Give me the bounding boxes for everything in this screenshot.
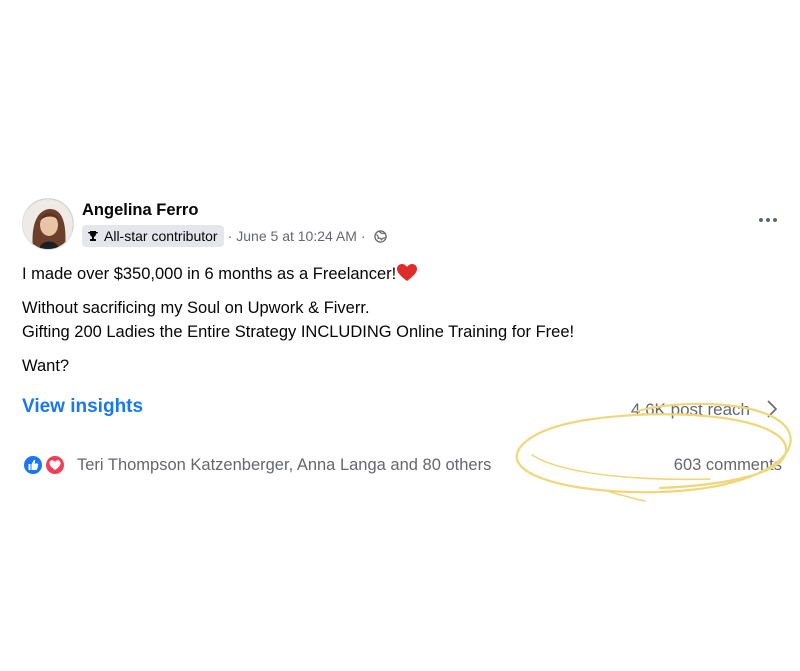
post-reach[interactable]: 4.6K post reach (631, 400, 750, 420)
more-horizontal-icon (759, 218, 763, 222)
chevron-right-icon[interactable] (764, 398, 780, 420)
like-icon (22, 454, 44, 476)
badge-label: All-star contributor (104, 228, 218, 244)
globe-icon[interactable] (373, 229, 387, 243)
more-options-button[interactable] (754, 210, 782, 230)
post-line-4: Want? (22, 357, 70, 375)
view-insights-link[interactable]: View insights (22, 396, 143, 418)
meta-separator: · (360, 228, 366, 244)
post-text: I made over $350,000 in 6 months as a Fr… (22, 262, 782, 388)
reactors-text[interactable]: Teri Thompson Katzenberger, Anna Langa a… (77, 456, 491, 475)
insights-row: View insights 4.6K post reach (22, 396, 782, 424)
post-line-1: I made over $350,000 in 6 months as a Fr… (22, 265, 397, 283)
post-line-3: Gifting 200 Ladies the Entire Strategy I… (22, 323, 575, 341)
reaction-icons[interactable] (22, 454, 72, 476)
post-paragraph: Want? (22, 354, 782, 378)
avatar[interactable] (22, 198, 74, 250)
meta-separator: · (227, 228, 233, 244)
more-dot (773, 218, 777, 222)
author-name[interactable]: Angelina Ferro (82, 201, 198, 220)
contributor-badge[interactable]: All-star contributor (82, 225, 224, 247)
love-icon (44, 454, 66, 476)
post-paragraph: I made over $350,000 in 6 months as a Fr… (22, 262, 782, 286)
facebook-post: Angelina Ferro All-star contributor · Ju… (0, 0, 800, 671)
post-header: Angelina Ferro All-star contributor · Ju… (22, 198, 782, 252)
post-meta: All-star contributor · June 5 at 10:24 A… (82, 225, 387, 247)
post-timestamp[interactable]: June 5 at 10:24 AM (236, 228, 357, 244)
post-paragraph: Without sacrificing my Soul on Upwork & … (22, 296, 782, 344)
comment-count[interactable]: 603 comments (674, 456, 782, 475)
trophy-icon (88, 231, 99, 241)
reactions-row: Teri Thompson Katzenberger, Anna Langa a… (22, 454, 782, 478)
post-line-2: Without sacrificing my Soul on Upwork & … (22, 299, 370, 317)
red-heart-icon (397, 264, 418, 281)
more-dot (766, 218, 770, 222)
